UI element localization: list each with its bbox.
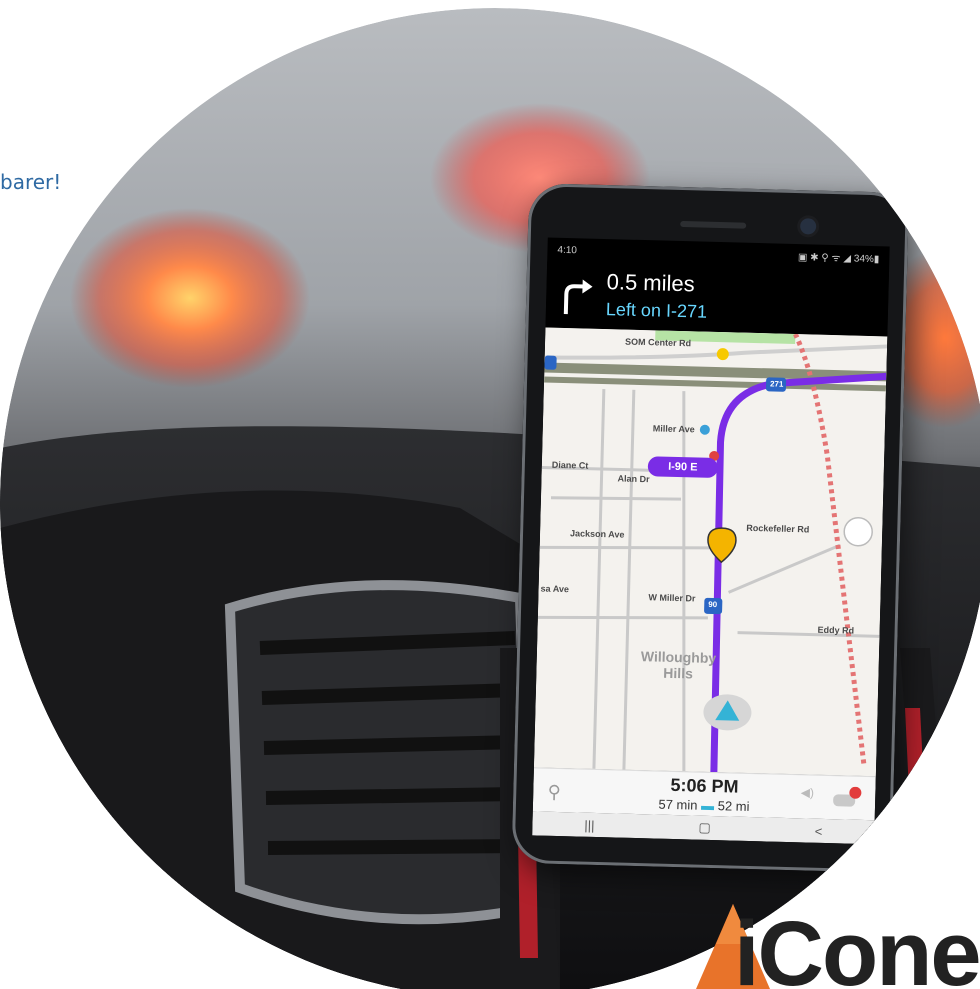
phone-body: 4:10 ▣ ✱ ⚲ ᯤ ◢ 34%▮ 0.5 miles Left on I-… — [511, 183, 910, 873]
map-label-som-center: SOM Center Rd — [624, 336, 692, 349]
map-view[interactable]: SOM Center Rd 271 Miller Ave Diane Ct Al… — [533, 327, 888, 777]
status-icons: ▣ ✱ ⚲ ᯤ ◢ 34%▮ — [797, 252, 880, 266]
shield-271-label: 271 — [769, 379, 784, 389]
turn-distance: 0.5 miles — [606, 269, 696, 297]
phone-camera — [799, 218, 817, 235]
map-roads — [533, 327, 888, 777]
icone-logo: iCone — [688, 900, 980, 989]
car-dashboard-photo: 4:10 ▣ ✱ ⚲ ᯤ ◢ 34%▮ 0.5 miles Left on I-… — [0, 8, 980, 989]
map-label-willoughby: Willoughby — [640, 648, 717, 667]
logo-wordmark: iCone — [734, 903, 980, 989]
map-label-rockefeller: Rockefeller Rd — [746, 522, 810, 535]
sound-icon[interactable]: ◀) — [797, 785, 818, 806]
status-time: 4:10 — [557, 244, 578, 256]
car-avatar-icon — [833, 786, 862, 807]
map-label-alan-dr: Alan Dr — [617, 473, 650, 485]
map-label-willoughby-hills: Willoughby Hills — [640, 648, 717, 682]
map-label-sa-ave: sa Ave — [540, 583, 570, 595]
car-menu-button[interactable] — [831, 786, 864, 811]
map-label-jackson-ave: Jackson Ave — [569, 528, 625, 540]
recents-button[interactable]: ||| — [584, 817, 595, 832]
navigation-banner[interactable]: 0.5 miles Left on I-271 — [545, 261, 890, 337]
shield-90-label: 90 — [708, 599, 718, 610]
eta-duration: 57 min — [658, 796, 698, 813]
map-label-hills: Hills — [663, 664, 694, 682]
map-label-w-miller: W Miller Dr — [648, 592, 696, 604]
side-caption: barer! — [0, 170, 62, 194]
smartphone: 4:10 ▣ ✱ ⚲ ᯤ ◢ 34%▮ 0.5 miles Left on I-… — [511, 183, 919, 893]
car-icon: ▬ — [700, 797, 715, 814]
turn-instruction: Left on I-271 — [605, 299, 708, 322]
home-button[interactable]: ▢ — [698, 820, 711, 836]
route-highway-pill: I-90 E — [647, 456, 719, 479]
map-label-diane-ct: Diane Ct — [551, 459, 589, 471]
turn-right-arrow-icon — [563, 279, 593, 315]
map-label-miller-ave: Miller Ave — [652, 423, 695, 435]
phone-speaker — [680, 220, 747, 229]
eta-distance: 52 mi — [717, 798, 750, 814]
back-button[interactable]: < — [815, 823, 823, 838]
map-label-eddy-rd: Eddy Rd — [817, 624, 855, 636]
navigation-app-screen: 4:10 ▣ ✱ ⚲ ᯤ ◢ 34%▮ 0.5 miles Left on I-… — [532, 237, 890, 845]
